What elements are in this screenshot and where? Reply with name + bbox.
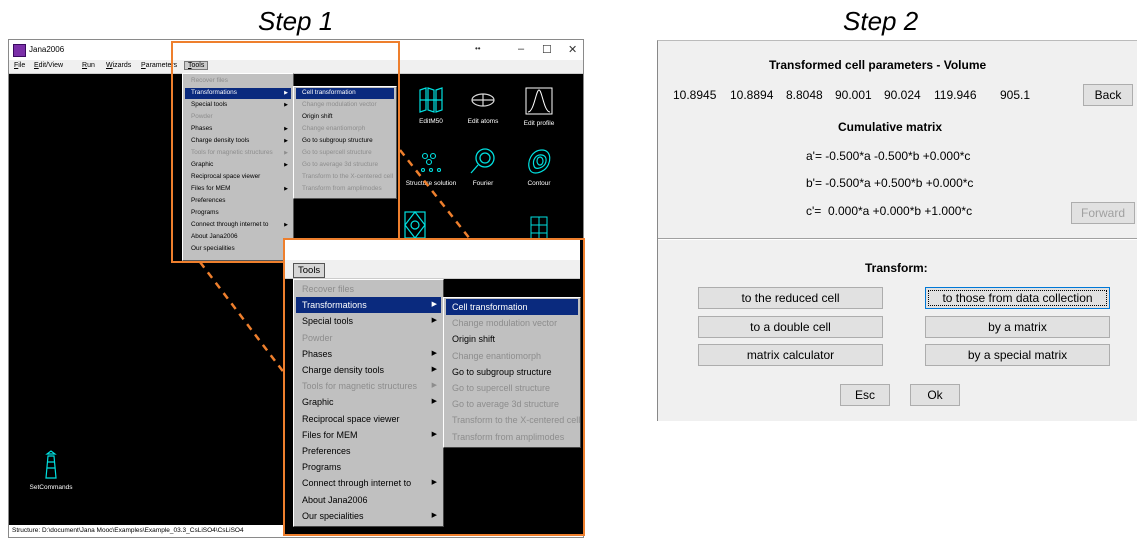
dialog-separator: [658, 238, 1137, 240]
param-gamma: 119.946: [934, 88, 977, 102]
param-a: 10.8945: [673, 88, 717, 102]
cumulative-heading: Cumulative matrix: [838, 120, 943, 134]
matrix-calculator-button[interactable]: matrix calculator: [698, 344, 883, 366]
dialog-heading: Transformed cell parameters - Volume: [769, 58, 987, 72]
param-b: 10.8894: [730, 88, 774, 102]
esc-button[interactable]: Esc: [840, 384, 890, 406]
matrix-row-c: c'= 0.000*a +0.000*b +1.000*c: [806, 204, 973, 218]
matrix-row-a: a'= -0.500*a -0.500*b +0.000*c: [806, 149, 971, 163]
back-button[interactable]: Back: [1083, 84, 1133, 106]
matrix-row-b: b'= -0.500*a +0.500*b +0.000*c: [806, 176, 974, 190]
ok-button[interactable]: Ok: [910, 384, 960, 406]
transformation-dialog: Transformed cell parameters - Volume 10.…: [657, 40, 1137, 421]
param-volume: 905.1: [1000, 88, 1031, 102]
special-matrix-button[interactable]: by a special matrix: [925, 344, 1110, 366]
zoom-highlight-box: [283, 238, 585, 536]
param-beta: 90.024: [884, 88, 921, 102]
param-alpha: 90.001: [835, 88, 872, 102]
transform-label: Transform:: [865, 261, 928, 275]
param-c: 8.8048: [786, 88, 823, 102]
data-collection-button[interactable]: to those from data collection: [925, 287, 1110, 309]
by-matrix-button[interactable]: by a matrix: [925, 316, 1110, 338]
double-cell-button[interactable]: to a double cell: [698, 316, 883, 338]
reduced-cell-button[interactable]: to the reduced cell: [698, 287, 883, 309]
forward-button[interactable]: Forward: [1071, 202, 1135, 224]
